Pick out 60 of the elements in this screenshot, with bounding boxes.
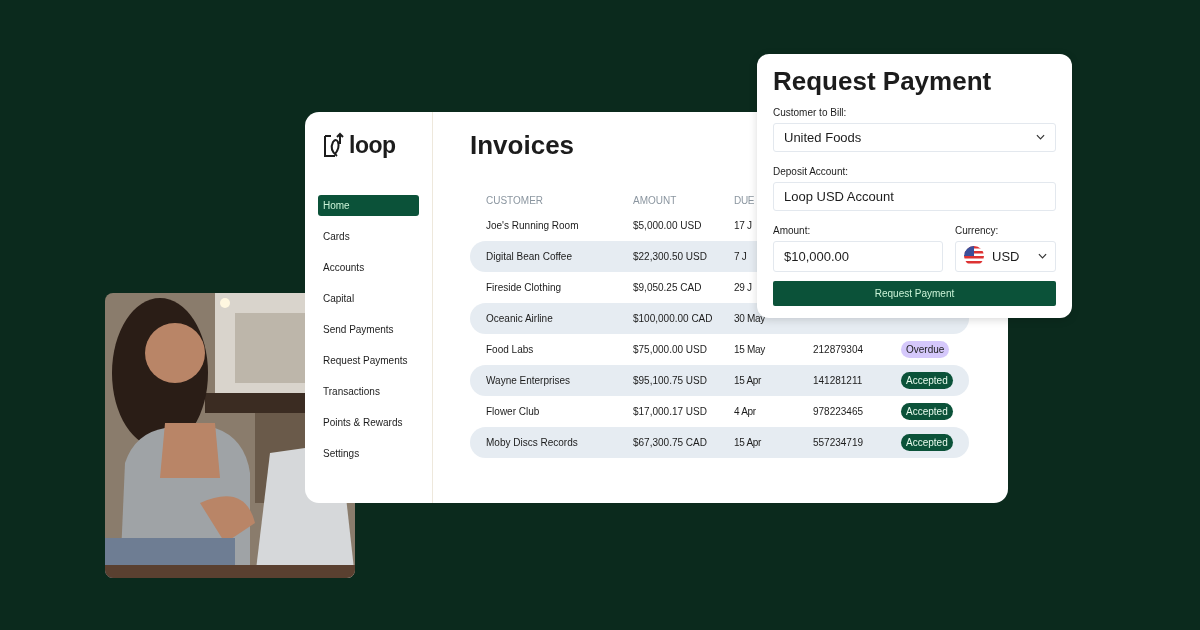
logo-icon [323,132,345,158]
table-cell: 212879304 [813,344,864,355]
table-cell: $5,000.00 USD [633,220,702,231]
table-cell: 4 Apr [734,406,756,417]
card-title: Request Payment [773,66,993,96]
nav-item[interactable]: Request Payments [318,350,419,371]
field-label: Currency: [955,224,999,236]
customer-dropdown[interactable]: United Foods [773,123,1056,152]
table-cell: Flower Club [486,406,540,417]
column-header: CUSTOMER [486,194,544,206]
table-cell: 29 J [734,282,752,293]
nav-item[interactable]: Capital [318,288,419,309]
table-cell: Joe's Running Room [486,220,579,231]
table-cell: 141281211 [813,375,863,386]
field-label: Deposit Account: [773,165,849,177]
chevron-icon [1036,134,1045,141]
table-cell: $100,000.00 CAD [633,313,713,324]
currency-dropdown[interactable]: USD [955,240,1056,272]
table-cell: $9,050.25 CAD [633,282,702,293]
table-cell: Wayne Enterprises [486,375,571,386]
table-cell: $22,300.50 USD [633,251,707,262]
table-cell: 15 May [734,344,765,355]
table-cell: $75,000.00 USD [633,344,707,355]
table-cell: Food Labs [486,344,534,355]
table-cell: 30 May [734,313,765,324]
table-cell: Oceanic Airline [486,313,553,324]
table-cell: 17 J [734,220,752,231]
flag-icon [964,246,984,267]
column-header: AMOUNT [633,194,677,206]
deposit-field[interactable]: Loop USD Account [773,181,1056,211]
table-cell: Digital Bean Coffee [486,251,572,262]
status-badge: Accepted [901,434,953,451]
nav-item[interactable]: Settings [318,443,419,464]
column-header: DUE [734,194,755,206]
table-cell: Moby Discs Records [486,437,578,448]
field-label: Customer to Bill: [773,107,847,118]
status-badge: Accepted [901,372,953,389]
request-payment-button[interactable]: Request Payment [773,280,1056,306]
table-cell: 15 Apr [734,437,762,448]
nav-item[interactable]: Home [318,195,419,216]
field-label: Amount: [773,224,811,236]
chevron-icon [1038,253,1047,260]
table-cell: 15 Apr [734,375,762,386]
table-cell: $95,100.75 USD [633,375,707,386]
amount-field[interactable]: $10,000.00 [773,240,943,272]
table-cell: Fireside Clothing [486,282,562,293]
nav-item[interactable]: Accounts [318,257,419,278]
status-badge: Overdue [901,341,950,358]
nav-item[interactable]: Transactions [318,381,419,402]
page-title: Invoices [470,130,575,161]
nav-item[interactable]: Send Payments [318,319,419,340]
table-cell: $67,300.75 CAD [633,437,707,448]
status-badge: Accepted [901,403,953,420]
table-cell: 978223465 [813,406,864,417]
logo-text: loop [349,131,396,159]
table-cell: 7 J [734,251,747,262]
table-cell: $17,000.17 USD [633,406,707,417]
nav-item[interactable]: Points & Rewards [318,412,419,433]
nav-item[interactable]: Cards [318,226,419,247]
table-cell: 557234719 [813,437,864,448]
